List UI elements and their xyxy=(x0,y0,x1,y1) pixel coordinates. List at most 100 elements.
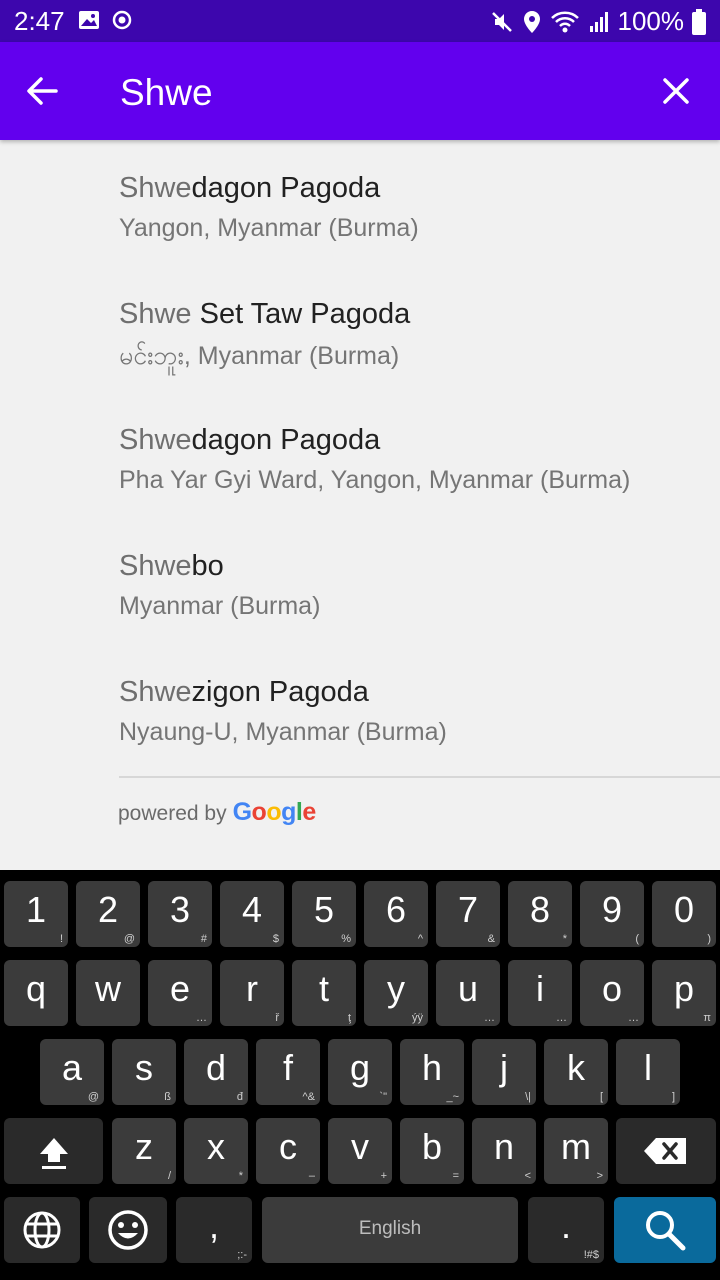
key-alt-label: ) xyxy=(707,933,711,945)
period-key[interactable]: . !#$ xyxy=(528,1197,604,1263)
key-alt-label: _~ xyxy=(446,1091,459,1103)
key-v[interactable]: v + xyxy=(328,1118,392,1184)
key-label: s xyxy=(135,1047,153,1088)
key-label: k xyxy=(567,1047,585,1088)
shift-icon xyxy=(40,1138,68,1169)
key-p[interactable]: pπ xyxy=(652,960,716,1026)
place-suggestion[interactable]: Shwedagon Pagoda Pha Yar Gyi Ward, Yango… xyxy=(0,392,720,518)
place-name: Shwebo xyxy=(119,550,224,583)
place-suggestion[interactable]: Shwe Set Taw Pagoda မင်းဘူး, Myanmar (Bu… xyxy=(0,266,720,392)
key-label: 3 xyxy=(169,889,191,930)
key-9[interactable]: 9( xyxy=(580,881,644,947)
key-f[interactable]: f ^& xyxy=(256,1039,320,1105)
key-j[interactable]: j \| xyxy=(472,1039,536,1105)
key-l[interactable]: l] xyxy=(616,1039,680,1105)
key-y[interactable]: y ýÿ xyxy=(364,960,428,1026)
key-alt-label: = xyxy=(452,1170,459,1182)
google-logo: Google xyxy=(233,798,317,827)
key-alt-label: / xyxy=(167,1170,171,1182)
key-label: 4 xyxy=(241,889,263,930)
key-alt-label: ř xyxy=(275,1012,279,1024)
backspace-key[interactable] xyxy=(616,1118,716,1184)
back-arrow-icon[interactable] xyxy=(22,71,62,111)
place-name: Shwezigon Pagoda xyxy=(119,676,369,709)
key-alt-label: ] xyxy=(671,1091,675,1103)
powered-by-google: powered by Google xyxy=(118,798,316,827)
key-i[interactable]: i… xyxy=(508,960,572,1026)
place-suggestion[interactable]: Shwedagon Pagoda Yangon, Myanmar (Burma) xyxy=(0,140,720,266)
place-address: Yangon, Myanmar (Burma) xyxy=(119,214,419,242)
key-s[interactable]: sß xyxy=(112,1039,176,1105)
key-w[interactable]: w xyxy=(76,960,140,1026)
place-name: Shwedagon Pagoda xyxy=(119,424,380,457)
key-alt-label: \| xyxy=(525,1091,531,1103)
space-key[interactable]: English xyxy=(262,1197,518,1263)
key-label: 9 xyxy=(601,889,623,930)
google-letter: o xyxy=(266,798,282,826)
matched-text: Shwe xyxy=(119,424,192,456)
autocomplete-results: Shwedagon Pagoda Yangon, Myanmar (Burma)… xyxy=(0,140,720,770)
record-notification-icon xyxy=(112,10,132,30)
key-label: p xyxy=(673,968,695,1009)
key-alt-label: ^& xyxy=(302,1091,316,1103)
language-key[interactable] xyxy=(4,1197,80,1263)
key-2[interactable]: 2 @ xyxy=(76,881,140,947)
key-o[interactable]: o… xyxy=(580,960,644,1026)
key-0[interactable]: 0) xyxy=(652,881,716,947)
key-label: e xyxy=(169,968,191,1009)
key-alt-label: … xyxy=(196,1012,207,1024)
key-alt-label: ( xyxy=(635,933,639,945)
matched-text: Shwe xyxy=(119,676,192,708)
key-a[interactable]: a @ xyxy=(40,1039,104,1105)
key-alt-label: ýÿ xyxy=(412,1012,423,1024)
key-alt-label: ! xyxy=(59,933,63,945)
key-label: v xyxy=(351,1126,369,1167)
key-q[interactable]: q xyxy=(4,960,68,1026)
search-action-key[interactable] xyxy=(614,1197,716,1263)
key-7[interactable]: 7 & xyxy=(436,881,500,947)
key-n[interactable]: n < xyxy=(472,1118,536,1184)
close-icon[interactable] xyxy=(656,71,696,111)
matched-text: Shwe xyxy=(119,172,192,204)
matched-text: Shwe xyxy=(119,550,192,582)
key-label: b xyxy=(421,1126,443,1167)
google-letter: o xyxy=(251,798,267,826)
key-b[interactable]: b = xyxy=(400,1118,464,1184)
key-1[interactable]: 1! xyxy=(4,881,68,947)
comma-key[interactable]: , ;:- xyxy=(176,1197,252,1263)
key-3[interactable]: 3 # xyxy=(148,881,212,947)
place-suggestion[interactable]: Shwebo Myanmar (Burma) xyxy=(0,518,720,644)
emoji-key[interactable] xyxy=(89,1197,167,1263)
shift-key[interactable] xyxy=(4,1118,103,1184)
key-label: q xyxy=(25,968,47,1009)
key-x[interactable]: x * xyxy=(184,1118,248,1184)
key-h[interactable]: h _~ xyxy=(400,1039,464,1105)
location-icon xyxy=(523,10,540,33)
search-input[interactable]: Shwe xyxy=(120,72,213,114)
key-label: 8 xyxy=(529,889,551,930)
key-r[interactable]: rř xyxy=(220,960,284,1026)
google-letter: e xyxy=(302,798,316,826)
key-d[interactable]: dđ xyxy=(184,1039,248,1105)
emoji-icon xyxy=(108,1210,148,1250)
status-bar: 2:47 100% xyxy=(0,0,720,42)
key-u[interactable]: u… xyxy=(436,960,500,1026)
key-k[interactable]: k[ xyxy=(544,1039,608,1105)
key-alt-label: – xyxy=(308,1170,315,1182)
key-label: 5 xyxy=(313,889,335,930)
powered-by-label: powered by xyxy=(118,802,227,825)
key-z[interactable]: z / xyxy=(112,1118,176,1184)
key-8[interactable]: 8 * xyxy=(508,881,572,947)
key-4[interactable]: 4 $ xyxy=(220,881,284,947)
key-c[interactable]: c – xyxy=(256,1118,320,1184)
key-e[interactable]: e… xyxy=(148,960,212,1026)
place-suggestion[interactable]: Shwezigon Pagoda Nyaung-U, Myanmar (Burm… xyxy=(0,644,720,770)
key-5[interactable]: 5% xyxy=(292,881,356,947)
key-g[interactable]: g `" xyxy=(328,1039,392,1105)
key-label: h xyxy=(421,1047,443,1088)
key-t[interactable]: tţ xyxy=(292,960,356,1026)
key-m[interactable]: m > xyxy=(544,1118,608,1184)
key-6[interactable]: 6 ^ xyxy=(364,881,428,947)
key-label: g xyxy=(349,1047,371,1088)
key-label: y xyxy=(387,968,405,1009)
